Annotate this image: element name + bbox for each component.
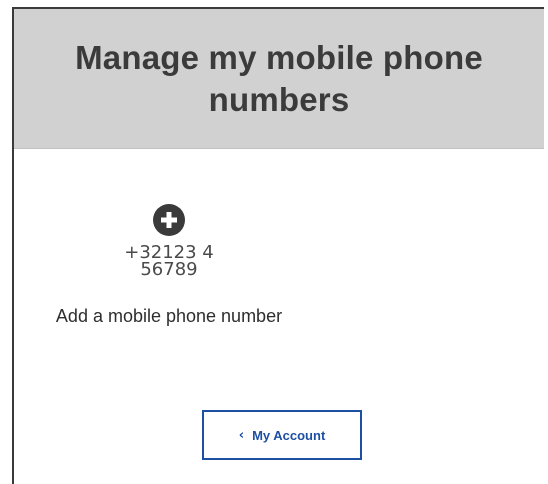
my-account-button[interactable]: ‹ My Account [202, 410, 362, 460]
add-phone-number-button[interactable]: +32123 456789 Add a mobile phone number [54, 204, 284, 384]
plus-circle-icon[interactable] [153, 204, 185, 236]
my-account-button-label: My Account [252, 427, 326, 443]
add-phone-number-label[interactable]: Add a mobile phone number [54, 303, 284, 329]
page-title: Manage my mobile phone numbers [75, 38, 483, 118]
page: Manage my mobile phone numbers +32123 45… [0, 0, 548, 484]
chevron-left-icon: ‹ [238, 427, 245, 443]
panel-header: Manage my mobile phone numbers [14, 9, 544, 149]
phone-numbers-panel: Manage my mobile phone numbers +32123 45… [12, 7, 544, 484]
example-phone-number: +32123 456789 [124, 242, 214, 280]
